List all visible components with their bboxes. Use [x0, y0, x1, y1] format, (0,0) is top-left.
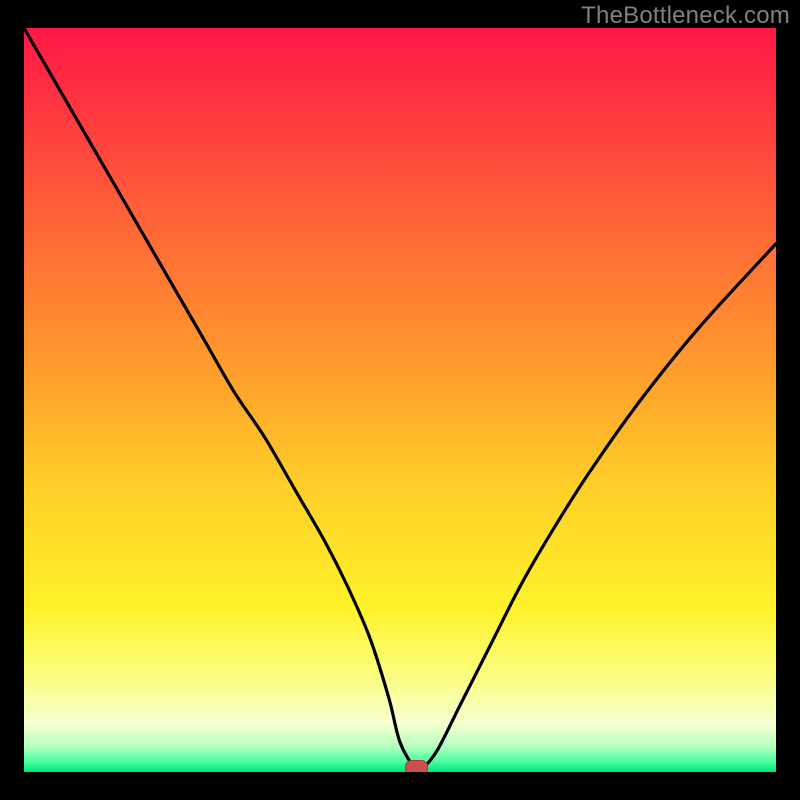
watermark-label: TheBottleneck.com: [581, 2, 790, 30]
chart-frame: TheBottleneck.com: [0, 0, 800, 800]
chart-svg: [24, 28, 776, 772]
minimum-marker: [406, 761, 428, 772]
plot-area: [24, 28, 776, 772]
gradient-background: [24, 28, 776, 772]
